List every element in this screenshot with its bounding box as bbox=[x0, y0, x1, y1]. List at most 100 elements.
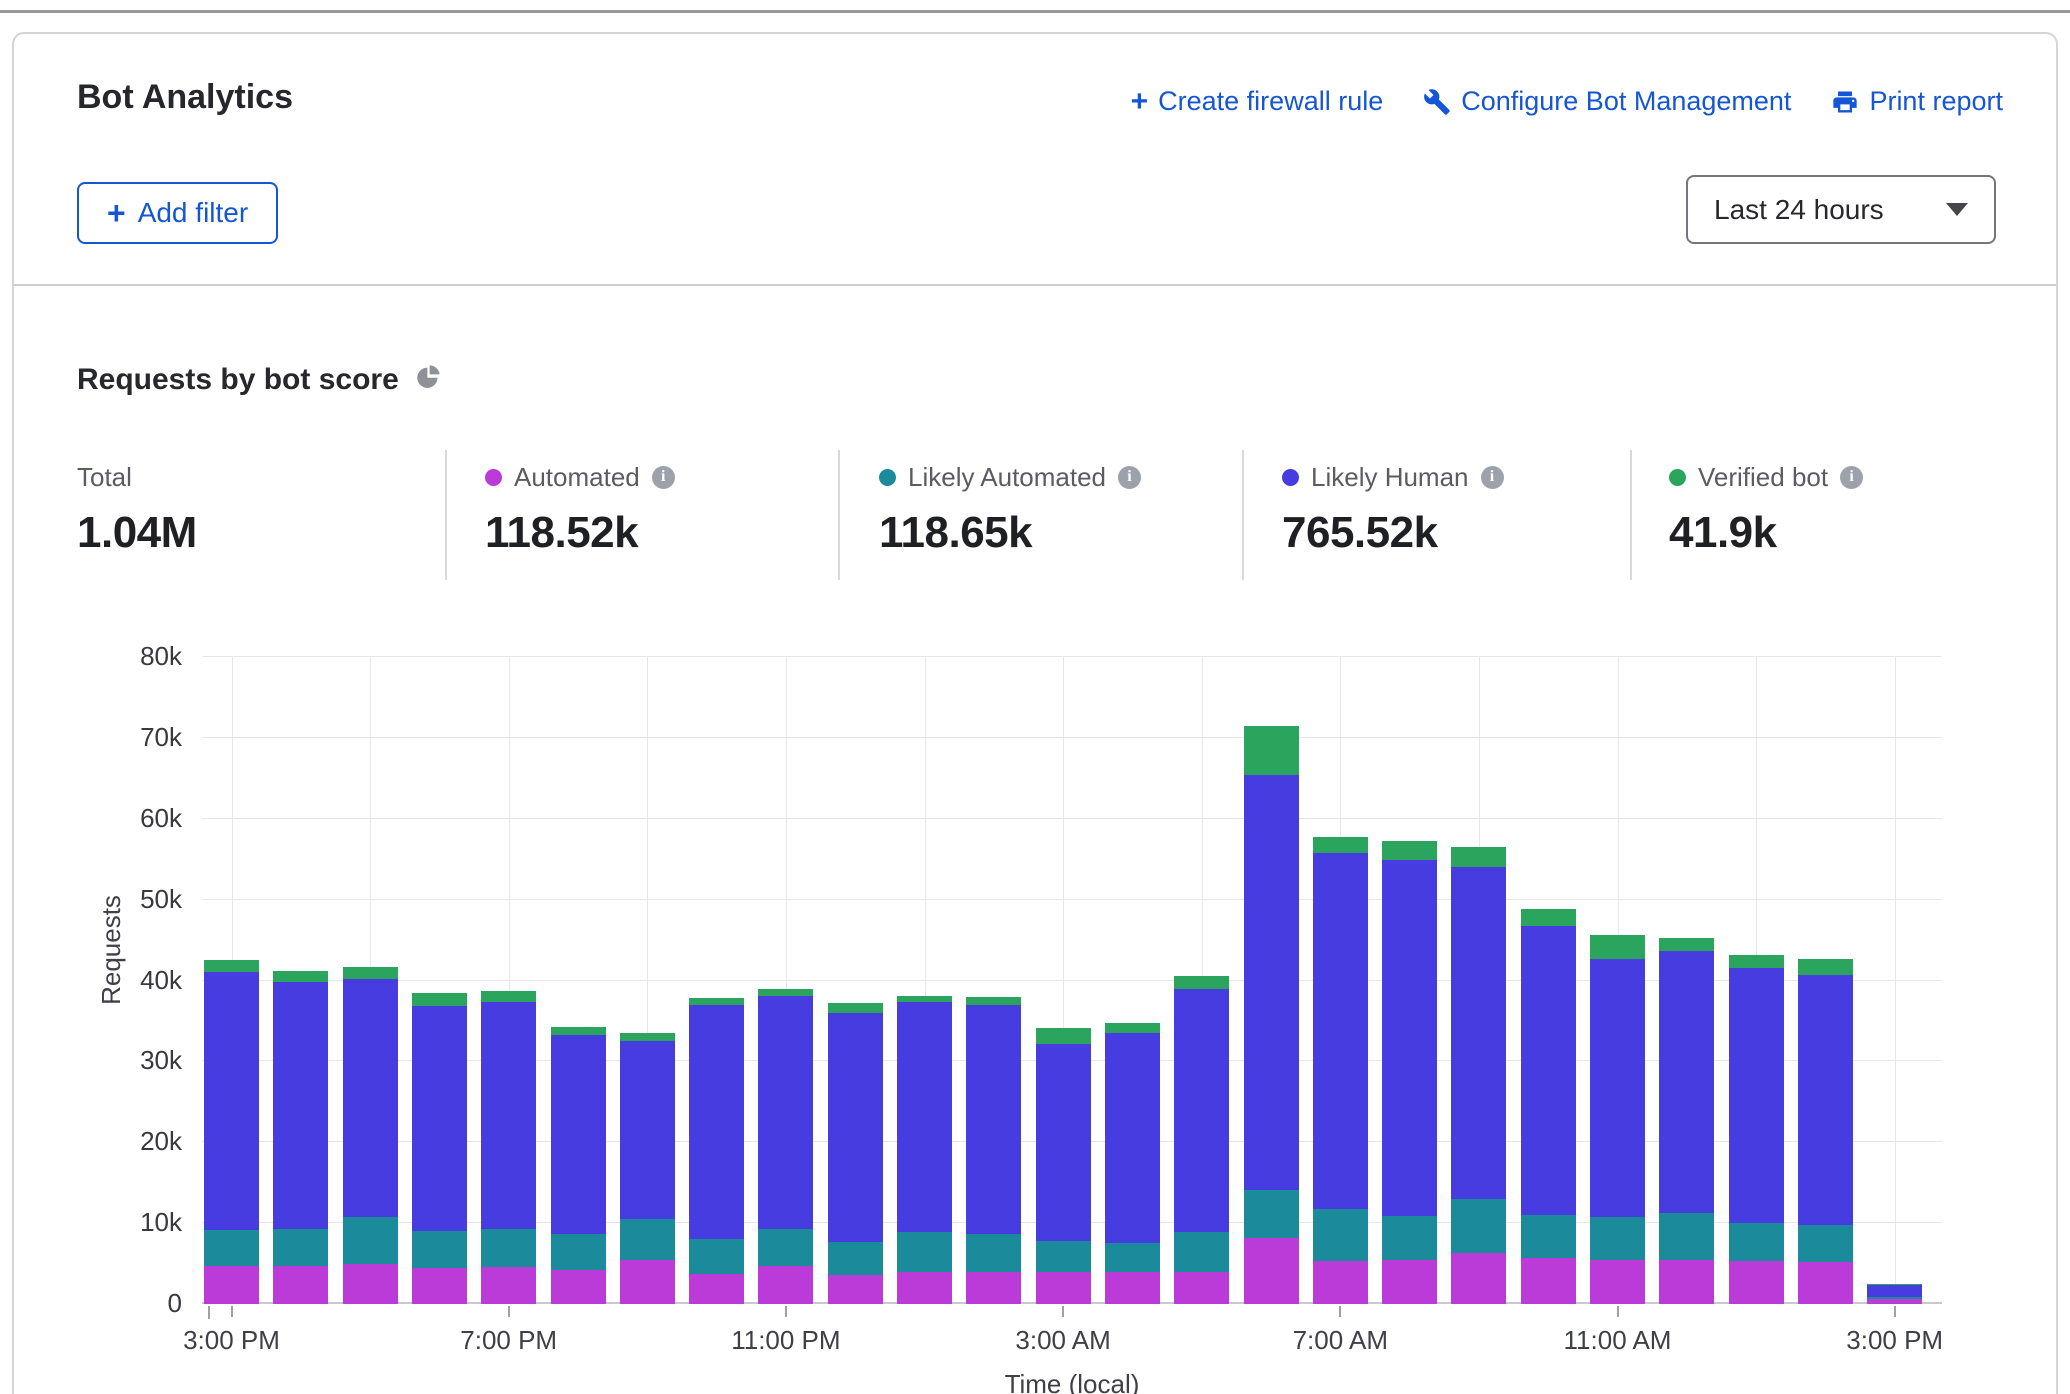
bar-segment-likely-automated[interactable] bbox=[828, 1242, 883, 1275]
info-icon[interactable]: i bbox=[1481, 466, 1504, 489]
bar-segment-verified-bot[interactable] bbox=[828, 1003, 883, 1013]
bar-segment-likely-human[interactable] bbox=[1174, 989, 1229, 1232]
bar-segment-likely-automated[interactable] bbox=[481, 1229, 536, 1267]
bar-segment-likely-automated[interactable] bbox=[1451, 1199, 1506, 1253]
bar-segment-likely-human[interactable] bbox=[273, 982, 328, 1229]
bar-segment-verified-bot[interactable] bbox=[897, 996, 952, 1002]
bar-segment-likely-human[interactable] bbox=[1105, 1033, 1160, 1242]
bar-segment-verified-bot[interactable] bbox=[966, 997, 1021, 1005]
bar-segment-automated[interactable] bbox=[1313, 1261, 1368, 1304]
time-range-select[interactable]: Last 24 hours bbox=[1686, 175, 1996, 244]
bar-segment-likely-human[interactable] bbox=[412, 1006, 467, 1232]
bar-segment-likely-automated[interactable] bbox=[1798, 1225, 1853, 1262]
info-icon[interactable]: i bbox=[1840, 466, 1863, 489]
bar-segment-verified-bot[interactable] bbox=[620, 1033, 675, 1041]
bar-segment-automated[interactable] bbox=[343, 1264, 398, 1304]
bar-segment-likely-human[interactable] bbox=[620, 1041, 675, 1219]
bar-segment-likely-human[interactable] bbox=[1867, 1285, 1922, 1297]
bar-segment-verified-bot[interactable] bbox=[273, 971, 328, 982]
bar-segment-verified-bot[interactable] bbox=[1244, 726, 1299, 775]
bar-segment-likely-automated[interactable] bbox=[412, 1231, 467, 1268]
bar-segment-automated[interactable] bbox=[1174, 1272, 1229, 1304]
bar-segment-verified-bot[interactable] bbox=[412, 993, 467, 1005]
bar-segment-likely-automated[interactable] bbox=[1521, 1215, 1576, 1258]
bar-segment-verified-bot[interactable] bbox=[1174, 976, 1229, 988]
bar-segment-likely-human[interactable] bbox=[551, 1035, 606, 1234]
bar-segment-likely-human[interactable] bbox=[481, 1002, 536, 1228]
print-report-link[interactable]: Print report bbox=[1831, 86, 2003, 117]
bar-segment-verified-bot[interactable] bbox=[758, 989, 813, 996]
bar-segment-likely-automated[interactable] bbox=[1036, 1241, 1091, 1273]
bar-segment-verified-bot[interactable] bbox=[1036, 1028, 1091, 1043]
bar-segment-likely-human[interactable] bbox=[1313, 853, 1368, 1209]
bar-segment-verified-bot[interactable] bbox=[551, 1027, 606, 1036]
info-icon[interactable]: i bbox=[652, 466, 675, 489]
bar-segment-automated[interactable] bbox=[1036, 1272, 1091, 1304]
bar-segment-verified-bot[interactable] bbox=[1659, 938, 1714, 951]
bar-segment-likely-automated[interactable] bbox=[273, 1229, 328, 1266]
bar-segment-likely-human[interactable] bbox=[828, 1013, 883, 1242]
bar-segment-automated[interactable] bbox=[1659, 1260, 1714, 1304]
bar-segment-likely-human[interactable] bbox=[1590, 959, 1645, 1217]
bar-segment-likely-automated[interactable] bbox=[551, 1234, 606, 1270]
bar-segment-verified-bot[interactable] bbox=[1382, 841, 1437, 860]
bar-segment-verified-bot[interactable] bbox=[1313, 837, 1368, 853]
bar-segment-automated[interactable] bbox=[620, 1260, 675, 1304]
configure-bot-management-link[interactable]: Configure Bot Management bbox=[1423, 86, 1791, 117]
bar-segment-verified-bot[interactable] bbox=[1590, 935, 1645, 959]
bar-segment-likely-automated[interactable] bbox=[1590, 1217, 1645, 1260]
bar-segment-likely-automated[interactable] bbox=[1729, 1223, 1784, 1261]
bar-segment-verified-bot[interactable] bbox=[343, 967, 398, 979]
bar-segment-verified-bot[interactable] bbox=[1451, 847, 1506, 867]
bar-segment-automated[interactable] bbox=[1451, 1253, 1506, 1304]
info-icon[interactable]: i bbox=[1118, 466, 1141, 489]
bar-segment-likely-human[interactable] bbox=[966, 1005, 1021, 1234]
bar-segment-automated[interactable] bbox=[1521, 1258, 1576, 1304]
bar-segment-verified-bot[interactable] bbox=[1521, 909, 1576, 926]
bar-segment-verified-bot[interactable] bbox=[1867, 1284, 1922, 1285]
bar-segment-likely-human[interactable] bbox=[1521, 926, 1576, 1215]
bar-segment-likely-human[interactable] bbox=[897, 1002, 952, 1232]
bar-segment-automated[interactable] bbox=[273, 1266, 328, 1304]
bar-segment-automated[interactable] bbox=[897, 1272, 952, 1304]
bar-segment-likely-automated[interactable] bbox=[1382, 1216, 1437, 1260]
bar-segment-verified-bot[interactable] bbox=[204, 960, 259, 971]
bar-segment-likely-automated[interactable] bbox=[1867, 1297, 1922, 1299]
bar-segment-automated[interactable] bbox=[1590, 1260, 1645, 1304]
bar-segment-automated[interactable] bbox=[1867, 1299, 1922, 1304]
bar-segment-automated[interactable] bbox=[481, 1267, 536, 1304]
bar-segment-automated[interactable] bbox=[966, 1272, 1021, 1304]
bar-segment-automated[interactable] bbox=[828, 1275, 883, 1304]
bar-segment-automated[interactable] bbox=[1105, 1272, 1160, 1304]
bar-segment-likely-human[interactable] bbox=[689, 1005, 744, 1240]
bar-segment-likely-automated[interactable] bbox=[1244, 1190, 1299, 1239]
bar-segment-likely-human[interactable] bbox=[204, 972, 259, 1230]
bar-segment-likely-automated[interactable] bbox=[758, 1229, 813, 1266]
add-filter-button[interactable]: + Add filter bbox=[77, 182, 278, 244]
bar-segment-automated[interactable] bbox=[412, 1268, 467, 1304]
bar-segment-automated[interactable] bbox=[1244, 1238, 1299, 1304]
bar-segment-verified-bot[interactable] bbox=[1105, 1023, 1160, 1034]
bar-segment-likely-human[interactable] bbox=[343, 979, 398, 1217]
bar-segment-likely-automated[interactable] bbox=[620, 1219, 675, 1260]
bar-segment-automated[interactable] bbox=[758, 1266, 813, 1304]
bar-segment-verified-bot[interactable] bbox=[481, 991, 536, 1002]
bar-segment-verified-bot[interactable] bbox=[1729, 955, 1784, 969]
bar-segment-likely-human[interactable] bbox=[1036, 1044, 1091, 1241]
bar-segment-likely-human[interactable] bbox=[1659, 951, 1714, 1214]
bar-segment-likely-automated[interactable] bbox=[966, 1234, 1021, 1272]
bar-segment-automated[interactable] bbox=[204, 1266, 259, 1304]
bar-segment-automated[interactable] bbox=[689, 1274, 744, 1304]
bar-segment-likely-automated[interactable] bbox=[1105, 1243, 1160, 1272]
bar-segment-automated[interactable] bbox=[1382, 1260, 1437, 1304]
bar-segment-likely-human[interactable] bbox=[1382, 860, 1437, 1216]
bar-segment-likely-automated[interactable] bbox=[689, 1239, 744, 1274]
bar-segment-likely-automated[interactable] bbox=[1659, 1213, 1714, 1259]
bar-segment-likely-human[interactable] bbox=[1729, 968, 1784, 1223]
bar-segment-likely-automated[interactable] bbox=[1313, 1209, 1368, 1262]
bar-segment-automated[interactable] bbox=[551, 1270, 606, 1304]
bar-segment-likely-automated[interactable] bbox=[897, 1232, 952, 1272]
bar-segment-likely-automated[interactable] bbox=[204, 1230, 259, 1266]
bar-segment-likely-human[interactable] bbox=[1244, 775, 1299, 1190]
bar-segment-automated[interactable] bbox=[1798, 1262, 1853, 1304]
